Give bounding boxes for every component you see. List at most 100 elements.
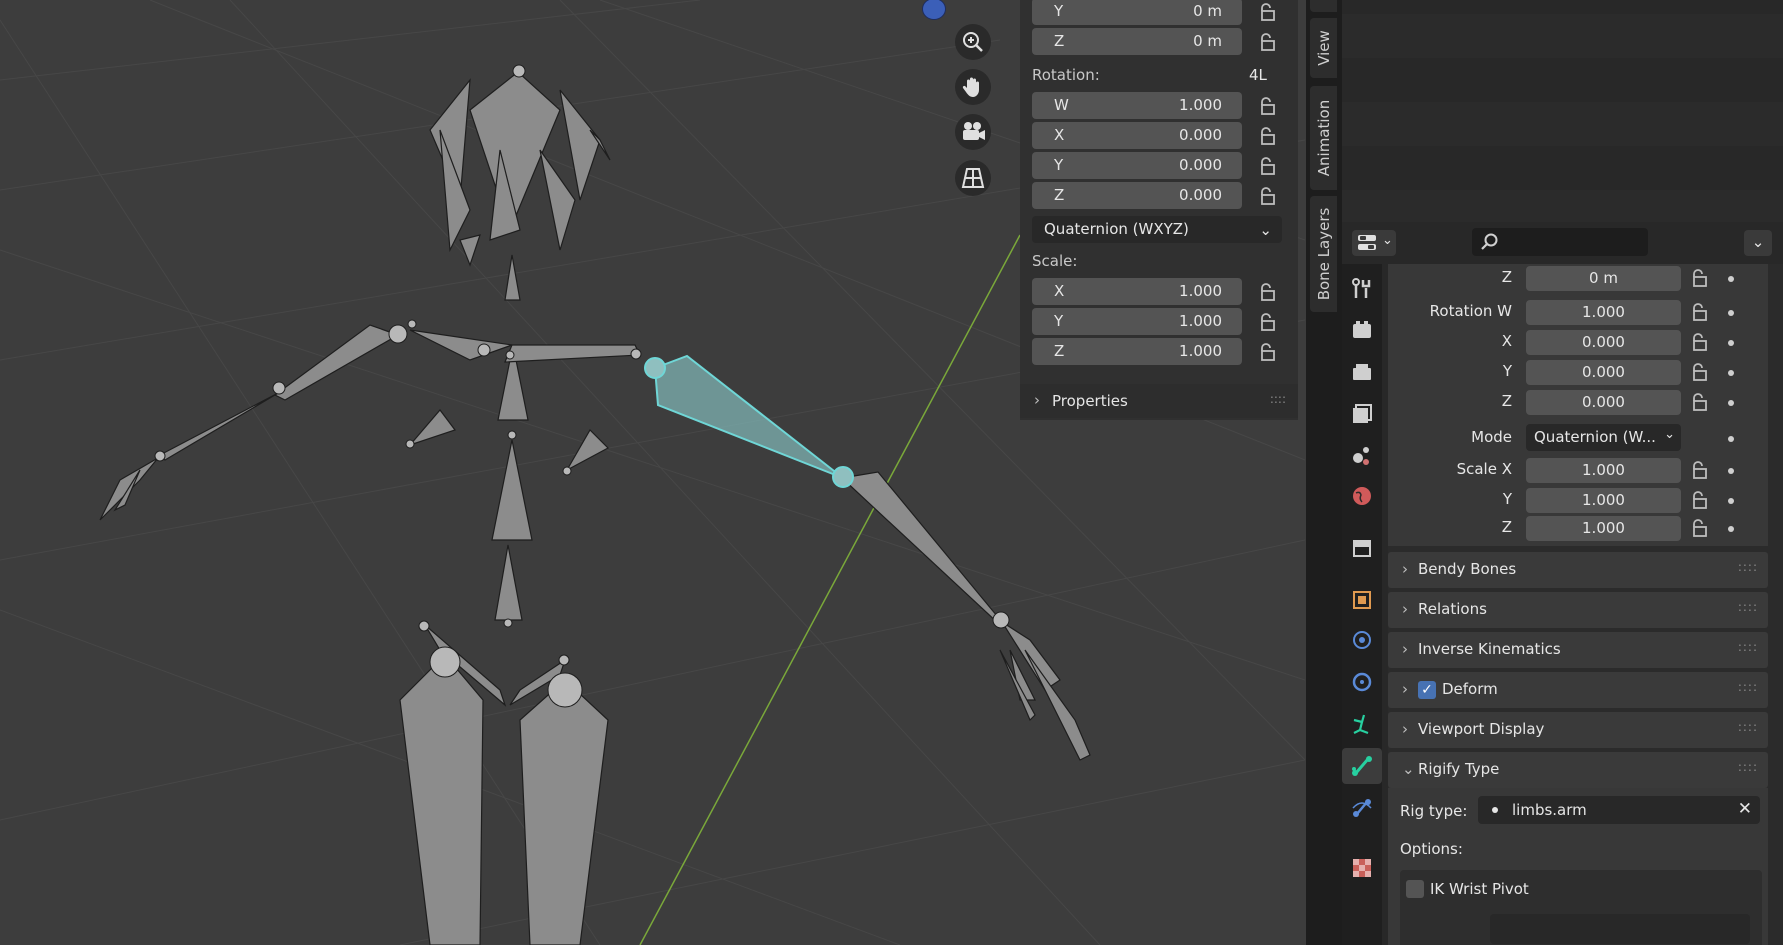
editor-type-button[interactable]: ⌄ — [1352, 230, 1396, 256]
3d-viewport[interactable]: Y 0 m Z 0 m Rotation: 4L W 1.000 X 0.000… — [0, 0, 1305, 945]
lock-location-z-icon[interactable] — [1256, 32, 1278, 52]
rotation-w-field[interactable]: W 1.000 — [1032, 92, 1242, 119]
lock-rotation-w-icon[interactable] — [1688, 302, 1710, 322]
lock-scale-y-icon[interactable] — [1256, 312, 1278, 332]
tab-scene[interactable] — [1348, 442, 1376, 470]
rotation-x-field[interactable]: 0.000 — [1526, 330, 1681, 355]
tab-collection[interactable] — [1348, 534, 1376, 562]
lock-rotation-z-icon[interactable] — [1256, 186, 1278, 206]
lock-rotation-z-icon[interactable] — [1688, 392, 1710, 412]
lock-rotation-w-icon[interactable] — [1256, 96, 1278, 116]
tab-view-layer[interactable] — [1348, 400, 1376, 428]
tab-bone-constraints[interactable] — [1348, 794, 1376, 822]
tab-physics[interactable] — [1348, 626, 1376, 654]
transform-panel: Z 0 m Rotation W 1.000 X 0.000 Y 0.000 Z… — [1388, 264, 1768, 516]
tab-constraints[interactable] — [1348, 668, 1376, 696]
property-search-input[interactable] — [1472, 228, 1648, 256]
location-z-field[interactable]: 0 m — [1526, 266, 1681, 291]
drag-grip-icon[interactable]: :::: — [1270, 392, 1286, 406]
lock-rotation-y-icon[interactable] — [1256, 156, 1278, 176]
tab-object-data[interactable] — [1348, 710, 1376, 738]
zoom-button[interactable] — [955, 24, 991, 60]
tab-world[interactable] — [1348, 482, 1376, 510]
tab-bone-layers[interactable]: Bone Layers — [1310, 196, 1337, 312]
rotation-w-field[interactable]: 1.000 — [1526, 300, 1681, 325]
panel-rigify-type[interactable]: ⌄ Rigify Type :::: — [1388, 752, 1768, 788]
grid-perspective-icon — [961, 168, 985, 188]
bullet-dot-icon — [1492, 807, 1498, 813]
rig-type-field[interactable]: limbs.arm ✕ — [1478, 796, 1760, 824]
lock-scale-x-icon[interactable] — [1688, 460, 1710, 480]
keyframe-dot-icon[interactable] — [1728, 526, 1734, 532]
keyframe-dot-icon[interactable] — [1728, 370, 1734, 376]
tab-output[interactable] — [1348, 358, 1376, 386]
panel-inverse-kinematics[interactable]: › Inverse Kinematics :::: — [1388, 632, 1768, 668]
tab-render[interactable] — [1348, 316, 1376, 344]
keyframe-dot-icon[interactable] — [1728, 276, 1734, 282]
sidebar-tabs: View Animation Bone Layers — [1306, 0, 1342, 945]
lock-scale-z-icon[interactable] — [1256, 342, 1278, 362]
lock-scale-x-icon[interactable] — [1256, 282, 1278, 302]
tab-bone[interactable] — [1342, 748, 1382, 784]
rotation-z-field[interactable]: 0.000 — [1526, 390, 1681, 415]
drag-grip-icon[interactable]: :::: — [1738, 600, 1758, 614]
rotation-x-field[interactable]: X 0.000 — [1032, 122, 1242, 149]
pan-button[interactable] — [955, 69, 991, 105]
scale-z-field[interactable]: 1.000 — [1526, 516, 1681, 541]
location-z-field[interactable]: Z 0 m — [1032, 28, 1242, 55]
rotation-mode-dropdown[interactable]: Quaternion (WXYZ) ⌄ — [1032, 216, 1282, 243]
deform-checkbox[interactable]: ✓ — [1418, 681, 1436, 699]
tab-object[interactable] — [1348, 586, 1376, 614]
panel-bendy-bones[interactable]: › Bendy Bones :::: — [1388, 552, 1768, 588]
panel-viewport-display[interactable]: › Viewport Display :::: — [1388, 712, 1768, 748]
chevron-right-icon: › — [1402, 720, 1408, 738]
rotation-mode-dropdown[interactable]: Quaternion (W... ⌄ — [1526, 424, 1681, 451]
scale-y-field[interactable]: 1.000 — [1526, 488, 1681, 513]
tab-view[interactable]: View — [1310, 18, 1337, 78]
keyframe-dot-icon[interactable] — [1728, 400, 1734, 406]
lock-scale-y-icon[interactable] — [1688, 490, 1710, 510]
keyframe-dot-icon[interactable] — [1728, 468, 1734, 474]
panel-deform[interactable]: › ✓ Deform :::: — [1388, 672, 1768, 708]
perspective-toggle-button[interactable] — [955, 160, 991, 196]
lock-scale-z-icon[interactable] — [1688, 518, 1710, 538]
scale-z-field[interactable]: Z 1.000 — [1032, 338, 1242, 365]
scale-x-field[interactable]: 1.000 — [1526, 458, 1681, 483]
options-dropdown-button[interactable]: ⌄ — [1744, 230, 1772, 256]
drag-grip-icon[interactable]: :::: — [1738, 680, 1758, 694]
rotation-y-field[interactable]: 0.000 — [1526, 360, 1681, 385]
rotation-z-field[interactable]: Z 0.000 — [1032, 182, 1242, 209]
keyframe-dot-icon[interactable] — [1728, 340, 1734, 346]
drag-grip-icon[interactable]: :::: — [1738, 640, 1758, 654]
camera-view-button[interactable] — [955, 114, 991, 150]
lock-location-y-icon[interactable] — [1256, 2, 1278, 22]
scale-y-field[interactable]: Y 1.000 — [1032, 308, 1242, 335]
rotation-lock-4d-toggle[interactable]: 4L — [1249, 66, 1267, 84]
rotation-heading: Rotation: — [1032, 66, 1100, 84]
next-field-partial[interactable] — [1490, 914, 1750, 944]
location-y-field[interactable]: Y 0 m — [1032, 0, 1242, 25]
drag-grip-icon[interactable]: :::: — [1738, 720, 1758, 734]
drag-grip-icon[interactable]: :::: — [1738, 560, 1758, 574]
lock-rotation-x-icon[interactable] — [1256, 126, 1278, 146]
clear-icon[interactable]: ✕ — [1738, 799, 1752, 819]
lock-rotation-y-icon[interactable] — [1688, 362, 1710, 382]
scale-x-field[interactable]: X 1.000 — [1032, 278, 1242, 305]
tab-top-partial[interactable] — [1310, 0, 1337, 12]
keyframe-dot-icon[interactable] — [1728, 498, 1734, 504]
chevron-right-icon: › — [1402, 560, 1408, 578]
top-right-editor[interactable] — [1342, 0, 1783, 222]
lock-location-z-icon[interactable] — [1688, 268, 1710, 288]
tab-animation[interactable]: Animation — [1310, 86, 1337, 190]
drag-grip-icon[interactable]: :::: — [1738, 760, 1758, 774]
properties-subpanel-header[interactable]: › Properties :::: — [1020, 384, 1298, 418]
keyframe-dot-icon[interactable] — [1728, 436, 1734, 442]
options-box: IK Wrist Pivot — [1400, 870, 1762, 945]
tab-texture[interactable] — [1348, 854, 1376, 882]
keyframe-dot-icon[interactable] — [1728, 310, 1734, 316]
rotation-y-field[interactable]: Y 0.000 — [1032, 152, 1242, 179]
panel-relations[interactable]: › Relations :::: — [1388, 592, 1768, 628]
tab-tool[interactable] — [1348, 274, 1376, 302]
lock-rotation-x-icon[interactable] — [1688, 332, 1710, 352]
ik-wrist-pivot-checkbox[interactable] — [1406, 880, 1424, 898]
